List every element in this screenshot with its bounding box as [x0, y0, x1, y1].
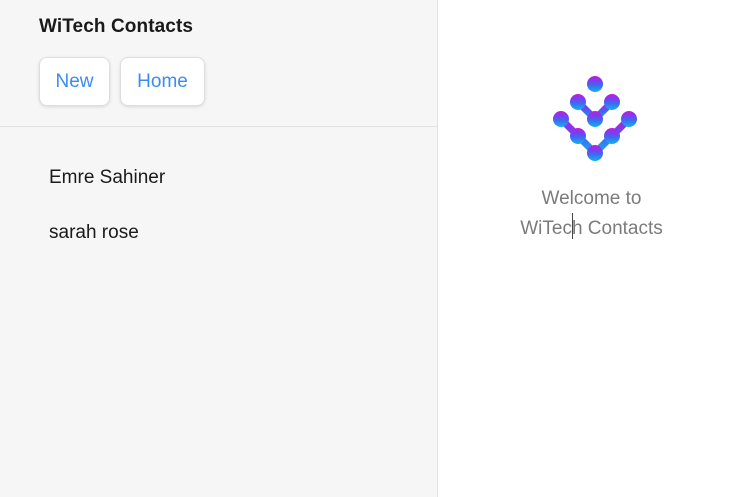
home-button[interactable]: Home — [120, 57, 205, 106]
contact-item[interactable]: Emre Sahiner — [0, 150, 437, 205]
sidebar-header: WiTech Contacts New Home — [0, 0, 437, 127]
contact-item[interactable]: sarah rose — [0, 205, 437, 260]
app-window: WiTech Contacts New Home Emre Sahiner sa… — [0, 0, 745, 497]
welcome-line-2: WiTech Contacts — [520, 218, 663, 239]
sidebar: WiTech Contacts New Home Emre Sahiner sa… — [0, 0, 438, 497]
new-button[interactable]: New — [39, 57, 110, 106]
text-cursor — [572, 213, 573, 239]
contact-list: Emre Sahiner sarah rose — [0, 150, 437, 260]
app-title: WiTech Contacts — [39, 16, 194, 37]
welcome-message: Welcome to WiTech Contacts — [438, 184, 745, 244]
welcome-line-1: Welcome to — [541, 188, 642, 209]
witech-logo-icon — [553, 76, 637, 161]
